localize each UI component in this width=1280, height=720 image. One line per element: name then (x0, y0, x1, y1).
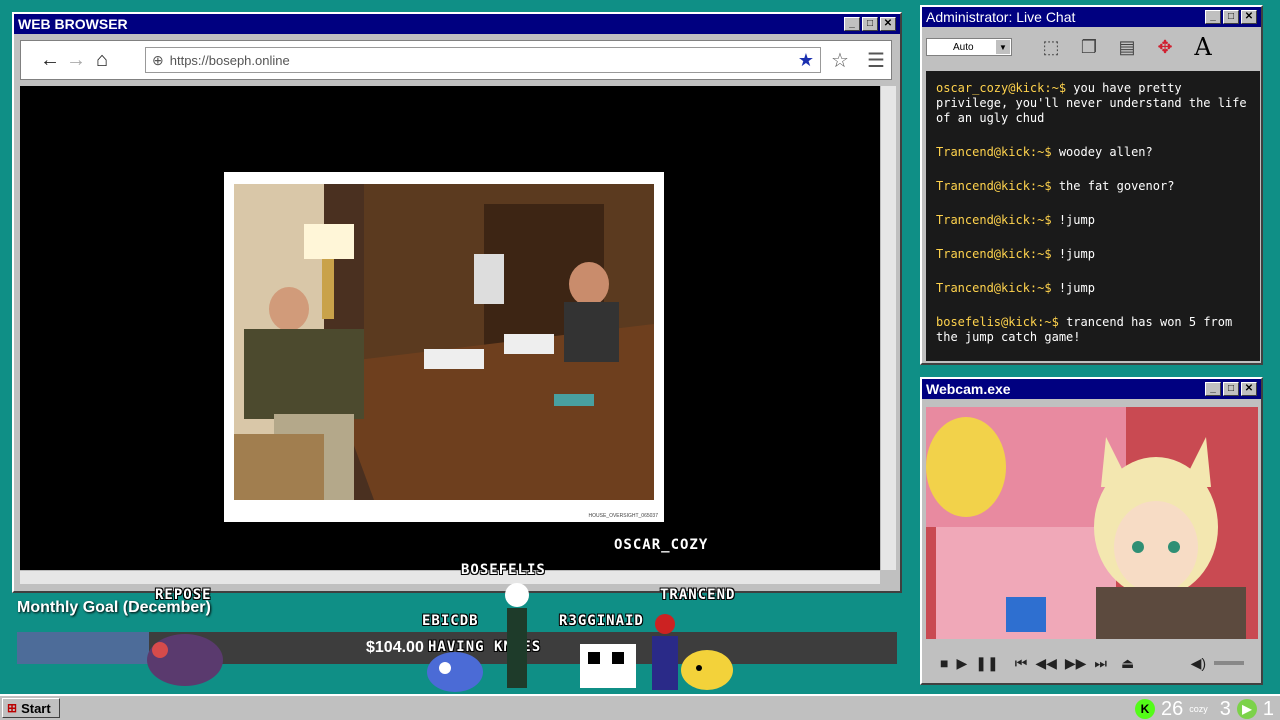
avatar-name-repose: REPOSE (155, 587, 212, 603)
back-icon[interactable]: ← (37, 47, 63, 73)
url-text: https://boseph.online (169, 52, 290, 68)
chat-text: woodey allen? (1058, 145, 1153, 159)
volume-icon[interactable]: ◀) (1191, 655, 1206, 672)
webcam-titlebar[interactable]: Webcam.exe _ □ ✕ (922, 379, 1261, 399)
copy-icon[interactable]: ❐ (1074, 32, 1104, 62)
chat-username: Trancend@kick:~$ (936, 281, 1052, 295)
chat-title: Administrator: Live Chat (926, 9, 1076, 25)
address-bar[interactable]: ⊕ https://boseph.online ★ (145, 47, 821, 73)
font-select-value: Auto (953, 41, 974, 53)
text-icon[interactable]: A (1188, 32, 1218, 62)
webcam-feed (926, 407, 1258, 639)
chat-message: oscar_cozy@kick:~$ you have pretty privi… (936, 81, 1250, 126)
menu-icon[interactable]: ☰ (863, 47, 889, 73)
move-icon[interactable]: ✥ (1150, 32, 1180, 62)
chat-titlebar[interactable]: Administrator: Live Chat _ □ ✕ (922, 7, 1261, 27)
page-viewport: HOUSE_OVERSIGHT_065037 (20, 86, 880, 570)
browser-title: WEB BROWSER (18, 16, 128, 32)
volume-slider[interactable] (1214, 661, 1244, 665)
chat-text: !jump (1058, 247, 1095, 261)
sprite-r3gginaid (580, 644, 636, 688)
sprite-pikachu (681, 650, 733, 690)
fast-forward-icon[interactable]: ▶▶ (1065, 655, 1087, 672)
next-icon[interactable]: ⏭ (1094, 655, 1107, 672)
office-photo (234, 184, 654, 500)
media-controls: ■ ▶ ❚❚ ⏮ ◀◀ ▶▶ ⏭ ⏏ ◀) (926, 645, 1258, 681)
select-icon[interactable]: ⬚ (1036, 32, 1066, 62)
goal-amount: $104.00 (366, 639, 424, 656)
stop-icon[interactable]: ■ (940, 655, 948, 671)
chat-username: oscar_cozy@kick:~$ (936, 81, 1067, 95)
paste-icon[interactable]: ▤ (1112, 32, 1142, 62)
webcam-window: Webcam.exe _ □ ✕ ■ ▶ ❚❚ ⏮ ◀◀ ▶▶ ⏭ ⏏ ◀) (920, 377, 1263, 685)
windows-logo-icon: ⊞ (7, 701, 18, 715)
cozy-count: 3 (1219, 697, 1231, 720)
avatar-name-bosefelis: BOSEFELIS (461, 562, 546, 578)
chat-username: Trancend@kick:~$ (936, 179, 1052, 193)
rumble-icon[interactable]: ▶ (1236, 699, 1257, 719)
globe-icon: ⊕ (152, 51, 164, 68)
close-button[interactable]: ✕ (1241, 10, 1257, 24)
font-select[interactable]: Auto ▼ (926, 38, 1012, 56)
sprite-repose (147, 634, 223, 686)
chat-username: bosefelis@kick:~$ (936, 315, 1059, 329)
avatar-name-trancend: TRANCEND (660, 587, 736, 603)
sprite-ebicdb (427, 652, 483, 692)
rewind-icon[interactable]: ◀◀ (1035, 655, 1057, 672)
home-icon[interactable]: ⌂ (89, 47, 115, 73)
forward-icon[interactable]: → (63, 47, 89, 73)
cozy-label: cozy (1189, 704, 1208, 714)
horizontal-scrollbar[interactable] (20, 570, 880, 584)
chat-username: Trancend@kick:~$ (936, 145, 1052, 159)
kick-count: 26 (1160, 697, 1184, 720)
chat-username: Trancend@kick:~$ (936, 213, 1052, 227)
close-button[interactable]: ✕ (1241, 382, 1257, 396)
chat-text: !jump (1058, 281, 1095, 295)
minimize-button[interactable]: _ (1205, 382, 1221, 396)
favorite-icon[interactable]: ☆ (827, 47, 853, 73)
document-photo: HOUSE_OVERSIGHT_065037 (224, 172, 664, 522)
previous-icon[interactable]: ⏮ (1015, 655, 1028, 672)
browser-titlebar[interactable]: WEB BROWSER _ □ ✕ (14, 14, 900, 34)
rumble-count: 1 (1262, 697, 1274, 720)
taskbar: ⊞ Start K 26 cozy 3 ▶ 1 (0, 694, 1280, 720)
play-icon[interactable]: ▶ (956, 655, 967, 672)
avatar-name-ebicdb: EBICDB (422, 613, 479, 629)
minimize-button[interactable]: _ (1205, 10, 1221, 24)
maximize-button[interactable]: □ (1223, 382, 1239, 396)
chat-message: Trancend@kick:~$ !jump (936, 281, 1250, 296)
chat-message: Trancend@kick:~$ woodey allen? (936, 145, 1250, 160)
chat-window: Administrator: Live Chat _ □ ✕ Auto ▼ ⬚ … (920, 5, 1263, 365)
maximize-button[interactable]: □ (862, 17, 878, 31)
chat-text: the fat govenor? (1058, 179, 1175, 193)
bookmark-star-icon[interactable]: ★ (798, 50, 814, 71)
goal-progress-fill (17, 632, 149, 664)
eject-icon[interactable]: ⏏ (1121, 655, 1134, 672)
vertical-scrollbar[interactable] (880, 86, 896, 570)
minimize-button[interactable]: _ (844, 17, 860, 31)
close-button[interactable]: ✕ (880, 17, 896, 31)
start-button[interactable]: ⊞ Start (2, 698, 60, 718)
browser-navbar: ← → ⌂ ⊕ https://boseph.online ★ ☆ ☰ (20, 40, 892, 80)
start-label: Start (21, 700, 51, 716)
chat-log: oscar_cozy@kick:~$ you have pretty privi… (926, 71, 1260, 361)
sprite-bosefelis (505, 583, 529, 688)
webcam-title: Webcam.exe (926, 381, 1011, 397)
kick-icon[interactable]: K (1134, 699, 1155, 719)
chat-message: Trancend@kick:~$ !jump (936, 213, 1250, 228)
maximize-button[interactable]: □ (1223, 10, 1239, 24)
chat-text: !jump (1058, 213, 1095, 227)
avatar-name-oscar: OSCAR_COZY (614, 537, 709, 553)
chat-username: Trancend@kick:~$ (936, 247, 1052, 261)
chevron-down-icon: ▼ (996, 40, 1010, 54)
photo-caption: HOUSE_OVERSIGHT_065037 (588, 513, 658, 519)
browser-window: WEB BROWSER _ □ ✕ ← → ⌂ ⊕ https://boseph… (12, 12, 902, 593)
system-tray: K 26 cozy 3 ▶ 1 (1134, 696, 1274, 720)
avatar-name-r3gginaid: R3GGINAID (559, 613, 644, 629)
chat-message: Trancend@kick:~$ the fat govenor? (936, 179, 1250, 194)
chat-message: bosefelis@kick:~$ trancend has won 5 fro… (936, 315, 1250, 345)
pause-icon[interactable]: ❚❚ (975, 655, 998, 672)
chat-message: Trancend@kick:~$ !jump (936, 247, 1250, 262)
chat-toolbar: Auto ▼ ⬚ ❐ ▤ ✥ A (922, 27, 1261, 67)
